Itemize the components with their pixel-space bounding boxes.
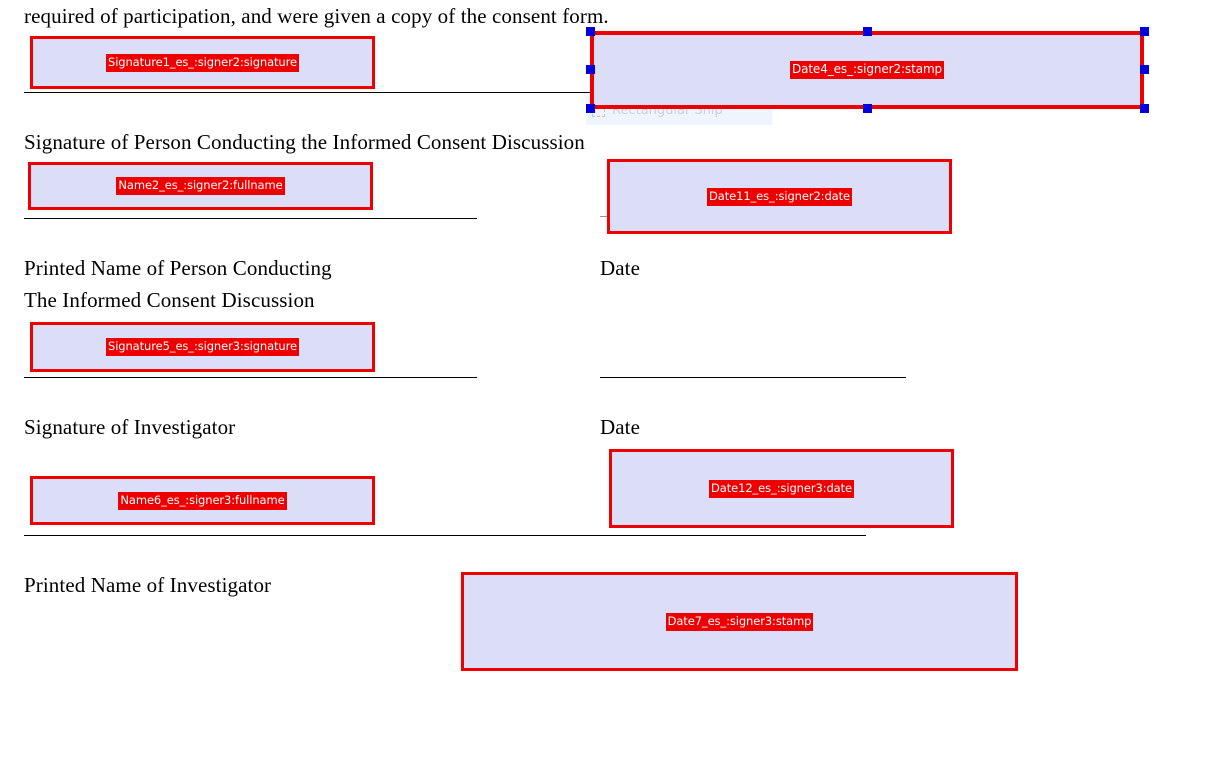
field-label-date12: Date12_es_:signer3:date — [709, 479, 854, 498]
caption-printed-name-conducting-line1: Printed Name of Person Conducting — [24, 256, 332, 280]
field-label-signature5: Signature5_es_:signer3:signature — [106, 338, 299, 356]
form-field-date12[interactable]: Date12_es_:signer3:date — [609, 449, 954, 528]
field-label-name2: Name2_es_:signer2:fullname — [116, 177, 285, 195]
date-line-3 — [600, 377, 906, 378]
resize-handle-top-right[interactable] — [1140, 27, 1149, 36]
form-field-date7[interactable]: Date7_es_:signer3:stamp — [461, 572, 1018, 671]
caption-date-1: Date — [600, 256, 641, 280]
field-label-date7: Date7_es_:signer3:stamp — [665, 612, 814, 631]
printed-name-line-2 — [24, 535, 866, 536]
caption-signature-investigator: Signature of Investigator — [24, 415, 236, 439]
field-label-signature1: Signature1_es_:signer2:signature — [106, 53, 299, 72]
resize-handle-middle-left[interactable] — [586, 65, 595, 74]
field-label-date11: Date11_es_:signer2:date — [707, 187, 852, 206]
printed-name-line-1 — [24, 218, 477, 219]
resize-handle-bottom-left[interactable] — [586, 104, 595, 113]
caption-signature-conducting: Signature of Person Conducting the Infor… — [24, 130, 585, 154]
form-field-signature1[interactable]: Signature1_es_:signer2:signature — [30, 36, 375, 89]
field-label-date4: Date4_es_:signer2:stamp — [789, 61, 945, 79]
form-field-name6[interactable]: Name6_es_:signer3:fullname — [30, 476, 375, 525]
document-page: required of participation, and were give… — [0, 0, 1225, 783]
form-field-signature5[interactable]: Signature5_es_:signer3:signature — [30, 322, 375, 372]
resize-handle-middle-right[interactable] — [1140, 65, 1149, 74]
caption-date-2: Date — [600, 415, 641, 439]
form-field-name2[interactable]: Name2_es_:signer2:fullname — [28, 162, 373, 210]
paragraph-text: required of participation, and were give… — [24, 4, 609, 28]
form-field-date11[interactable]: Date11_es_:signer2:date — [607, 159, 952, 234]
signature-line-2 — [24, 377, 477, 378]
resize-handle-top-center[interactable] — [863, 27, 872, 36]
resize-handle-top-left[interactable] — [586, 27, 595, 36]
caption-printed-name-conducting-line2: The Informed Consent Discussion — [24, 288, 315, 312]
resize-handle-bottom-center[interactable] — [863, 104, 872, 113]
field-label-name6: Name6_es_:signer3:fullname — [118, 491, 287, 510]
form-field-date4[interactable]: Date4_es_:signer2:stamp — [590, 31, 1144, 109]
resize-handle-bottom-right[interactable] — [1140, 104, 1149, 113]
caption-printed-name-investigator: Printed Name of Investigator — [24, 573, 272, 597]
